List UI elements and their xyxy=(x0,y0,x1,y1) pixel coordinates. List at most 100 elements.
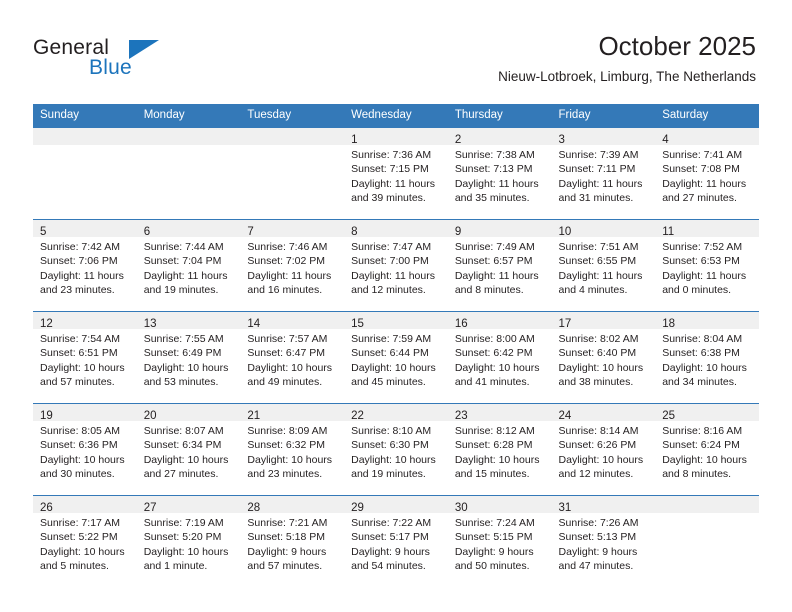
daylight-text-line1: Daylight: 11 hours xyxy=(662,269,747,282)
sunset-text: Sunset: 5:15 PM xyxy=(454,531,533,544)
daylight-text-line2: and 53 minutes. xyxy=(143,375,219,388)
daylight-text-line2: and 23 minutes. xyxy=(40,283,115,296)
daylight-text-line1: Daylight: 10 hours xyxy=(454,361,540,374)
day-number-band: 21 xyxy=(240,404,345,422)
daylight-text-line1: Daylight: 10 hours xyxy=(40,453,125,466)
calendar-day-cell[interactable]: 24 Sunrise: 8:14 AM Sunset: 6:26 PM Dayligh… xyxy=(551,403,656,496)
calendar-day-cell[interactable]: 30 Sunrise: 7:24 AM Sunset: 5:15 PM Dayligh… xyxy=(447,495,552,588)
day-details: Sunrise: 8:12 AM Sunset: 6:28 PM Daylight:… xyxy=(448,421,552,481)
day-details: Sunrise: 8:02 AM Sunset: 6:40 PM Daylight:… xyxy=(552,329,656,389)
daylight-text-line1: Daylight: 11 hours xyxy=(662,177,747,190)
sunset-text: Sunset: 6:49 PM xyxy=(143,347,222,360)
sunset-text: Sunset: 6:44 PM xyxy=(351,347,429,360)
day-details: Sunrise: 8:09 AM Sunset: 6:32 PM Daylight:… xyxy=(240,421,344,481)
calendar-week-row: 26 Sunrise: 7:17 AM Sunset: 5:22 PM Dayligh… xyxy=(33,495,759,588)
day-number-band: 2 xyxy=(447,128,552,146)
sunset-text: Sunset: 6:55 PM xyxy=(558,255,637,268)
daylight-text-line2: and 35 minutes. xyxy=(454,191,530,204)
daylight-text-line2: and 1 minute. xyxy=(143,559,208,572)
day-number-band: 13 xyxy=(136,312,241,330)
daylight-text-line2: and 54 minutes. xyxy=(351,559,426,572)
sunset-text: Sunset: 6:47 PM xyxy=(247,347,326,360)
calendar-day-cell[interactable]: 9 Sunrise: 7:49 AM Sunset: 6:57 PM Daylight… xyxy=(447,219,552,312)
day-number: 5 xyxy=(40,226,47,238)
sunset-text: Sunset: 6:57 PM xyxy=(454,255,533,268)
sunrise-text: Sunrise: 7:49 AM xyxy=(454,241,535,253)
sunset-text: Sunset: 7:06 PM xyxy=(40,255,118,268)
calendar-day-cell[interactable]: 15 Sunrise: 7:59 AM Sunset: 6:44 PM Dayligh… xyxy=(344,311,448,404)
calendar-day-cell[interactable]: 31 Sunrise: 7:26 AM Sunset: 5:13 PM Dayligh… xyxy=(551,495,656,588)
calendar-day-cell[interactable]: 3 Sunrise: 7:39 AM Sunset: 7:11 PM Daylight… xyxy=(551,127,656,220)
calendar-day-cell[interactable]: 21 Sunrise: 8:09 AM Sunset: 6:32 PM Dayligh… xyxy=(240,403,345,496)
sunset-text: Sunset: 7:00 PM xyxy=(351,255,429,268)
calendar-day-cell[interactable]: 4 Sunrise: 7:41 AM Sunset: 7:08 PM Daylight… xyxy=(655,127,759,220)
sunset-text: Sunset: 6:28 PM xyxy=(454,439,533,452)
daylight-text-line2: and 8 minutes. xyxy=(454,283,524,296)
sunrise-text: Sunrise: 7:46 AM xyxy=(247,241,328,253)
sunset-text: Sunset: 6:40 PM xyxy=(558,347,637,360)
sunrise-text: Sunrise: 7:39 AM xyxy=(558,149,639,161)
day-number: 18 xyxy=(662,318,676,330)
calendar-day-cell[interactable]: 1 Sunrise: 7:36 AM Sunset: 7:15 PM Daylight… xyxy=(344,127,448,220)
day-number-band: 17 xyxy=(551,312,656,330)
sunrise-text: Sunrise: 7:36 AM xyxy=(351,149,432,161)
calendar-day-cell[interactable]: 11 Sunrise: 7:52 AM Sunset: 6:53 PM Dayligh… xyxy=(655,219,759,312)
sunset-text: Sunset: 6:51 PM xyxy=(40,347,118,360)
day-details: Sunrise: 7:44 AM Sunset: 7:04 PM Daylight:… xyxy=(137,237,241,297)
calendar-day-cell[interactable]: 16 Sunrise: 8:00 AM Sunset: 6:42 PM Dayligh… xyxy=(447,311,552,404)
day-number: 8 xyxy=(351,226,358,238)
day-number-band: 25 xyxy=(655,404,759,422)
sunrise-text: Sunrise: 8:04 AM xyxy=(662,333,743,345)
calendar-day-cell[interactable]: 14 Sunrise: 7:57 AM Sunset: 6:47 PM Dayligh… xyxy=(240,311,345,404)
calendar-day-cell[interactable]: 25 Sunrise: 8:16 AM Sunset: 6:24 PM Dayligh… xyxy=(655,403,759,496)
daylight-text-line2: and 57 minutes. xyxy=(40,375,115,388)
calendar-day-cell[interactable]: 17 Sunrise: 8:02 AM Sunset: 6:40 PM Dayligh… xyxy=(551,311,656,404)
weekday-header-wednesday: Wednesday xyxy=(344,104,448,128)
calendar-day-cell[interactable]: 29 Sunrise: 7:22 AM Sunset: 5:17 PM Dayligh… xyxy=(344,495,448,588)
calendar-day-cell-empty xyxy=(240,127,345,220)
day-number-band: 30 xyxy=(447,496,552,514)
day-number-band xyxy=(655,496,759,513)
day-number: 26 xyxy=(40,502,53,514)
daylight-text-line2: and 38 minutes. xyxy=(558,375,634,388)
day-number-band: 31 xyxy=(551,496,656,514)
calendar-day-cell[interactable]: 22 Sunrise: 8:10 AM Sunset: 6:30 PM Dayligh… xyxy=(344,403,448,496)
day-number-band: 19 xyxy=(33,404,137,422)
calendar-day-cell[interactable]: 8 Sunrise: 7:47 AM Sunset: 7:00 PM Daylight… xyxy=(344,219,448,312)
calendar-day-cell[interactable]: 26 Sunrise: 7:17 AM Sunset: 5:22 PM Dayligh… xyxy=(33,495,137,588)
sunrise-text: Sunrise: 7:22 AM xyxy=(351,517,432,529)
day-number-band: 3 xyxy=(551,128,656,146)
daylight-text-line2: and 39 minutes. xyxy=(351,191,426,204)
sunrise-text: Sunrise: 8:02 AM xyxy=(558,333,639,345)
day-number-band: 6 xyxy=(136,220,241,238)
calendar-table: Sunday Monday Tuesday Wednesday Thursday Frid… xyxy=(33,104,759,588)
calendar-day-cell[interactable]: 12 Sunrise: 7:54 AM Sunset: 6:51 PM Dayligh… xyxy=(33,311,137,404)
calendar-day-cell[interactable]: 20 Sunrise: 8:07 AM Sunset: 6:34 PM Dayligh… xyxy=(136,403,241,496)
day-number: 29 xyxy=(351,502,364,514)
daylight-text-line2: and 19 minutes. xyxy=(143,283,219,296)
daylight-text-line2: and 47 minutes. xyxy=(558,559,634,572)
calendar-day-cell[interactable]: 13 Sunrise: 7:55 AM Sunset: 6:49 PM Dayligh… xyxy=(136,311,241,404)
calendar-day-cell[interactable]: 18 Sunrise: 8:04 AM Sunset: 6:38 PM Dayligh… xyxy=(655,311,759,404)
day-details: Sunrise: 7:51 AM Sunset: 6:55 PM Daylight:… xyxy=(552,237,656,297)
calendar-day-cell[interactable]: 2 Sunrise: 7:38 AM Sunset: 7:13 PM Daylight… xyxy=(447,127,552,220)
day-details: Sunrise: 7:21 AM Sunset: 5:18 PM Daylight:… xyxy=(240,513,344,573)
day-number: 12 xyxy=(40,318,53,330)
sunset-text: Sunset: 6:53 PM xyxy=(662,255,740,268)
calendar-day-cell[interactable]: 10 Sunrise: 7:51 AM Sunset: 6:55 PM Dayligh… xyxy=(551,219,656,312)
daylight-text-line2: and 12 minutes. xyxy=(558,467,634,480)
calendar-day-cell[interactable]: 19 Sunrise: 8:05 AM Sunset: 6:36 PM Dayligh… xyxy=(33,403,137,496)
day-number: 30 xyxy=(454,502,468,514)
calendar-week-row: 5 Sunrise: 7:42 AM Sunset: 7:06 PM Daylight… xyxy=(33,219,759,312)
sunset-text: Sunset: 6:30 PM xyxy=(351,439,429,452)
calendar-day-cell[interactable]: 5 Sunrise: 7:42 AM Sunset: 7:06 PM Daylight… xyxy=(33,219,137,312)
sunset-text: Sunset: 5:18 PM xyxy=(247,531,326,544)
calendar-day-cell[interactable]: 27 Sunrise: 7:19 AM Sunset: 5:20 PM Dayligh… xyxy=(136,495,241,588)
calendar-day-cell[interactable]: 23 Sunrise: 8:12 AM Sunset: 6:28 PM Dayligh… xyxy=(447,403,552,496)
calendar-day-cell[interactable]: 28 Sunrise: 7:21 AM Sunset: 5:18 PM Dayligh… xyxy=(240,495,345,588)
daylight-text-line2: and 27 minutes. xyxy=(662,191,737,204)
calendar-day-cell-empty xyxy=(655,495,759,588)
daylight-text-line1: Daylight: 10 hours xyxy=(662,361,747,374)
calendar-day-cell[interactable]: 7 Sunrise: 7:46 AM Sunset: 7:02 PM Daylight… xyxy=(240,219,345,312)
calendar-day-cell[interactable]: 6 Sunrise: 7:44 AM Sunset: 7:04 PM Daylight… xyxy=(136,219,241,312)
